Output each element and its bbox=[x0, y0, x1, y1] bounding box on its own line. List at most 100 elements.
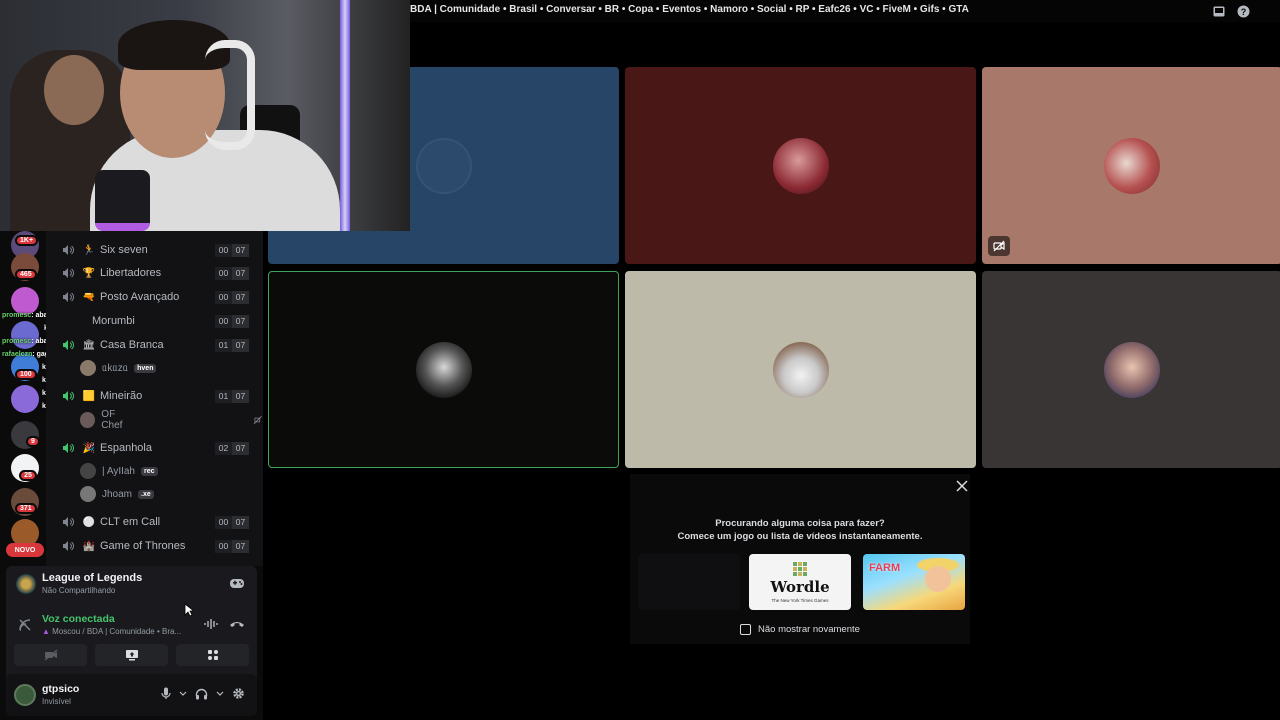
screen-share-button[interactable] bbox=[95, 644, 168, 666]
camera-off-icon bbox=[44, 649, 57, 661]
speaker-active-icon bbox=[63, 443, 74, 453]
gamepad-icon[interactable] bbox=[229, 576, 245, 590]
activity-status: Não Compartilhando bbox=[42, 586, 116, 595]
channel-name: Morumbi bbox=[92, 315, 135, 327]
farm-card[interactable]: FARM bbox=[863, 554, 965, 610]
activity-game-title: League of Legends bbox=[42, 572, 143, 584]
webcam-overlay bbox=[0, 0, 410, 231]
voice-channel[interactable]: 🏛 Casa Branca 01 07 bbox=[46, 334, 263, 356]
discord-window: Procurando alguma coisa para fazer? Come… bbox=[0, 0, 1280, 720]
voice-channel[interactable]: 🏃 Six seven 00 07 bbox=[46, 239, 263, 261]
window-title-text: BDA | Comunidade • Brasil • Conversar • … bbox=[410, 4, 969, 15]
avatar bbox=[80, 412, 96, 428]
chevron-down-icon[interactable] bbox=[216, 691, 224, 697]
participant-tile[interactable] bbox=[625, 271, 976, 468]
gun-icon: 🔫 bbox=[82, 291, 96, 303]
gear-icon[interactable] bbox=[232, 687, 245, 700]
participant-avatar bbox=[772, 341, 829, 398]
activities-button[interactable] bbox=[176, 644, 249, 666]
avatar bbox=[80, 486, 96, 502]
member-tag: .xe bbox=[138, 489, 154, 499]
avatar[interactable] bbox=[14, 684, 36, 706]
participant-avatar bbox=[1104, 341, 1160, 398]
farm-title: FARM bbox=[869, 562, 901, 574]
voice-connected-label[interactable]: Voz conectada bbox=[42, 613, 115, 625]
participant-tile-speaking[interactable] bbox=[268, 271, 619, 468]
channel-name: Espanhola bbox=[100, 442, 152, 454]
participant-avatar bbox=[1104, 137, 1160, 194]
headphones-icon[interactable] bbox=[195, 688, 208, 700]
participant-avatar bbox=[415, 137, 472, 194]
help-icon[interactable]: ? bbox=[1236, 4, 1250, 18]
username[interactable]: gtpsico bbox=[42, 683, 79, 695]
server-icon[interactable] bbox=[11, 385, 39, 413]
connection-signal-icon bbox=[19, 619, 31, 631]
channel-name: Game of Thrones bbox=[100, 540, 186, 552]
channel-name: Libertadores bbox=[100, 267, 162, 279]
voice-channel[interactable]: 🏰 Game of Thrones 00 07 bbox=[46, 535, 263, 557]
noise-suppression-icon[interactable] bbox=[204, 618, 218, 630]
mention-badge: 1K+ bbox=[15, 235, 39, 246]
user-count: 02 07 bbox=[215, 441, 249, 455]
server-icon[interactable] bbox=[11, 287, 39, 315]
voice-channel[interactable]: 🎉 Espanhola 02 07 bbox=[46, 437, 263, 459]
voice-channel[interactable]: 🟨 Mineirão 01 07 bbox=[46, 385, 263, 407]
channel-member[interactable]: | AyIIah rec bbox=[80, 461, 158, 481]
speaker-icon bbox=[63, 517, 74, 527]
user-count: 00 07 bbox=[215, 314, 249, 328]
channel-member[interactable]: OF Chef bbox=[80, 409, 263, 431]
member-tag: rec bbox=[141, 466, 158, 476]
screen-share-icon bbox=[125, 650, 138, 661]
wordle-subtitle: The New York Times Games bbox=[771, 597, 829, 603]
yellow-square-icon: 🟨 bbox=[82, 390, 96, 402]
mention-badge: 100 bbox=[15, 369, 37, 380]
league-of-legends-icon bbox=[16, 574, 36, 594]
channel-member[interactable]: ᥲkᥲzᥲ hven bbox=[80, 358, 157, 378]
participant-tile[interactable] bbox=[982, 67, 1280, 264]
webcam-person-left-head bbox=[44, 55, 104, 125]
avatar bbox=[80, 463, 96, 479]
voice-channel[interactable]: ⚪ CLT em Call 00 07 bbox=[46, 511, 263, 533]
popup-heading: Procurando alguma coisa para fazer? bbox=[715, 518, 885, 529]
speaker-icon bbox=[63, 268, 74, 278]
user-count: 00 07 bbox=[215, 266, 249, 280]
participant-tile[interactable] bbox=[625, 67, 976, 264]
camera-button[interactable] bbox=[14, 644, 87, 666]
mention-badge: 371 bbox=[15, 503, 37, 514]
chevron-down-icon[interactable] bbox=[179, 691, 187, 697]
spain-icon: 🎉 bbox=[82, 442, 96, 454]
activity-card[interactable] bbox=[638, 554, 740, 610]
wordle-logo-icon bbox=[793, 561, 807, 576]
microphone-icon[interactable] bbox=[161, 687, 171, 700]
window-title: BDA | Comunidade • Brasil • Conversar • … bbox=[410, 4, 969, 15]
member-name: Jhoam bbox=[102, 488, 133, 500]
speaker-active-icon bbox=[63, 340, 74, 350]
voice-channel[interactable]: Morumbi 00 07 bbox=[46, 310, 263, 332]
voice-channel[interactable]: 🏆 Libertadores 00 07 bbox=[46, 262, 263, 284]
user-count: 00 07 bbox=[215, 515, 249, 529]
channel-name: Casa Branca bbox=[100, 339, 164, 351]
inbox-icon[interactable] bbox=[1212, 4, 1226, 18]
activity-suggestion-popup: Procurando alguma coisa para fazer? Come… bbox=[630, 474, 970, 644]
user-panel: gtpsico Invisível bbox=[6, 674, 257, 716]
disconnect-icon[interactable] bbox=[229, 618, 245, 630]
farm-character bbox=[925, 566, 951, 592]
castle-icon: 🏰 bbox=[82, 540, 96, 552]
voice-channel[interactable]: 🔫 Posto Avançado 00 07 bbox=[46, 286, 263, 308]
wordle-card[interactable]: Wordle The New York Times Games bbox=[749, 554, 851, 610]
checkbox-label: Não mostrar novamente bbox=[758, 624, 860, 635]
close-icon[interactable] bbox=[956, 480, 968, 492]
camera-off-icon bbox=[254, 415, 263, 425]
mention-badge: 9 bbox=[26, 436, 40, 447]
webcam-led-light bbox=[340, 0, 350, 231]
participant-tile[interactable] bbox=[982, 271, 1280, 468]
member-tag: hven bbox=[134, 363, 157, 373]
channel-member[interactable]: Jhoam .xe bbox=[80, 484, 154, 504]
dont-show-again-checkbox[interactable]: Não mostrar novamente bbox=[740, 624, 860, 635]
wordle-title: Wordle bbox=[770, 577, 830, 596]
voice-channel-list: 🏃 Six seven 00 07 🏆 Libertadores 00 07 🔫 P… bbox=[46, 231, 263, 566]
checkbox-box[interactable] bbox=[740, 624, 751, 635]
avatar bbox=[80, 360, 96, 376]
voice-channel-path[interactable]: ▲ Moscou / BDA | Comunidade • Bra... bbox=[42, 627, 181, 636]
channel-name: Mineirão bbox=[100, 390, 143, 402]
